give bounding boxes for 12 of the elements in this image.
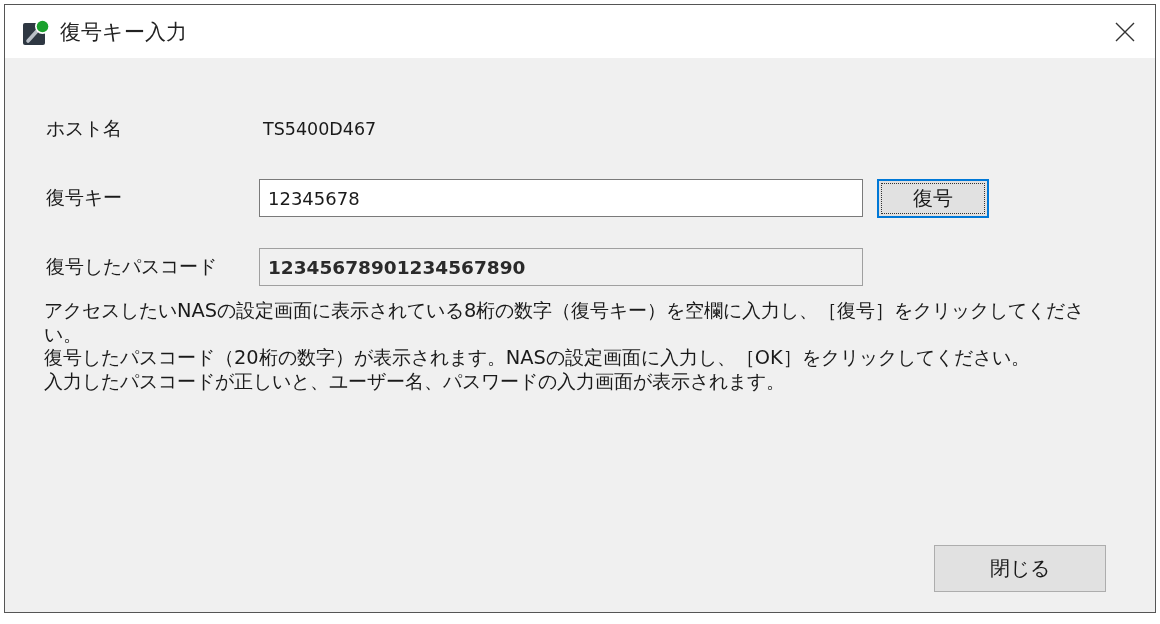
field-label: 復号キー [45, 185, 123, 210]
readonly-field[interactable]: 12345678901234567890 [259, 248, 863, 286]
field-label: 復号したパスコード [45, 254, 218, 279]
close-icon [1115, 21, 1135, 42]
field-value: TS5400D467 [262, 119, 377, 139]
decrypt-button[interactable]: 復号 [877, 178, 989, 218]
app-icon [23, 18, 50, 45]
close-dialog-button[interactable]: 閉じる [934, 545, 1106, 592]
text-input-field[interactable]: 12345678 [259, 179, 863, 217]
instructions-text: アクセスしたいNASの設定画面に表示されている8桁の数字（復号キー）を空欄に入力し、［復号］をクリックしてください。 復号したパスコード（20桁の数字）が表示されます。NASの設定画面に入力し、［OK］をクリックしてください。 入力したパスコードが正しいと、ユーザー名、パスワードの入力画面が表示されます。 [44, 299, 1086, 393]
window-title: 復号キー入力 [60, 18, 187, 46]
field-label: ホスト名 [45, 116, 123, 141]
